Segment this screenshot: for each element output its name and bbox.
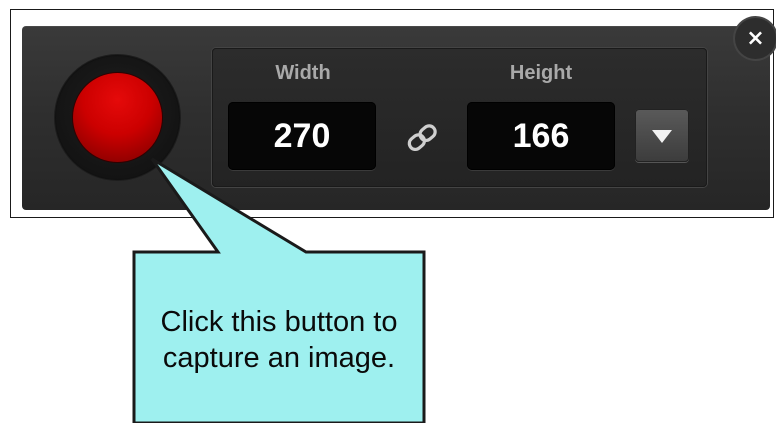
page: Width Height 270 166 × Click this button… — [0, 0, 776, 423]
width-label: Width — [275, 62, 331, 84]
link-icon[interactable] — [399, 117, 447, 157]
size-dropdown-button[interactable] — [635, 109, 689, 162]
capture-button[interactable] — [55, 55, 180, 180]
record-icon — [73, 73, 162, 162]
width-field[interactable]: 270 — [228, 102, 376, 170]
triangle-down-icon — [652, 129, 672, 143]
close-button[interactable]: × — [735, 18, 776, 59]
callout-text: Click this button to capture an image. — [160, 306, 398, 374]
height-label: Height — [509, 62, 573, 84]
height-field[interactable]: 166 — [467, 102, 615, 170]
